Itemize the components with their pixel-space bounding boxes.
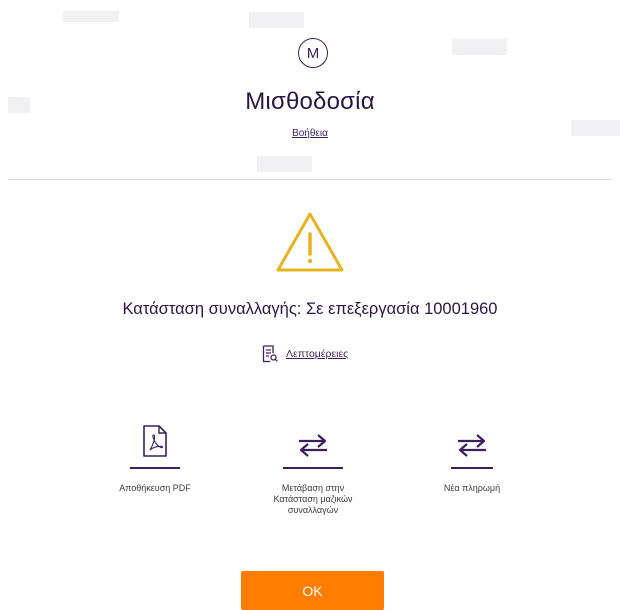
warning-triangle-icon	[276, 212, 344, 272]
logo-letter: M	[306, 44, 320, 62]
background-placeholder	[249, 12, 304, 28]
save-pdf-label: Αποθήκευση PDF	[119, 482, 191, 493]
bulk-transactions-status-button[interactable]: Μετάβαση στην Κατάσταση μαζικών συναλλαγ…	[240, 422, 386, 516]
bulk-status-label-line2: Κατάσταση μαζικών	[273, 493, 353, 504]
background-placeholder	[452, 39, 507, 55]
help-link[interactable]: Βοήθεια	[0, 128, 620, 139]
transfer-arrows-icon	[299, 434, 327, 457]
bulk-status-label-line3: συναλλαγών	[287, 504, 339, 515]
ok-button[interactable]: OK	[241, 571, 384, 610]
page-title: Μισθοδοσία	[245, 88, 375, 115]
transfer-arrows-icon	[458, 434, 486, 457]
app-logo-icon: M	[298, 38, 328, 68]
details-link-label: Λεπτομέρειες	[286, 348, 349, 360]
header-divider	[8, 179, 612, 180]
background-placeholder	[63, 11, 119, 22]
transaction-status: Κατάσταση συναλλαγής: Σε επεξεργασία 100…	[122, 300, 498, 318]
background-placeholder	[257, 156, 312, 172]
new-payment-label: Νέα πληρωμή	[443, 482, 501, 493]
bulk-status-label-line1: Μετάβαση στην	[281, 482, 345, 493]
details-link[interactable]: Λεπτομέρειες	[262, 344, 348, 364]
document-search-icon	[262, 345, 278, 363]
new-payment-button[interactable]: Νέα πληρωμή	[414, 422, 530, 494]
save-pdf-button[interactable]: Αποθήκευση PDF	[100, 422, 210, 494]
pdf-file-icon	[143, 425, 167, 457]
